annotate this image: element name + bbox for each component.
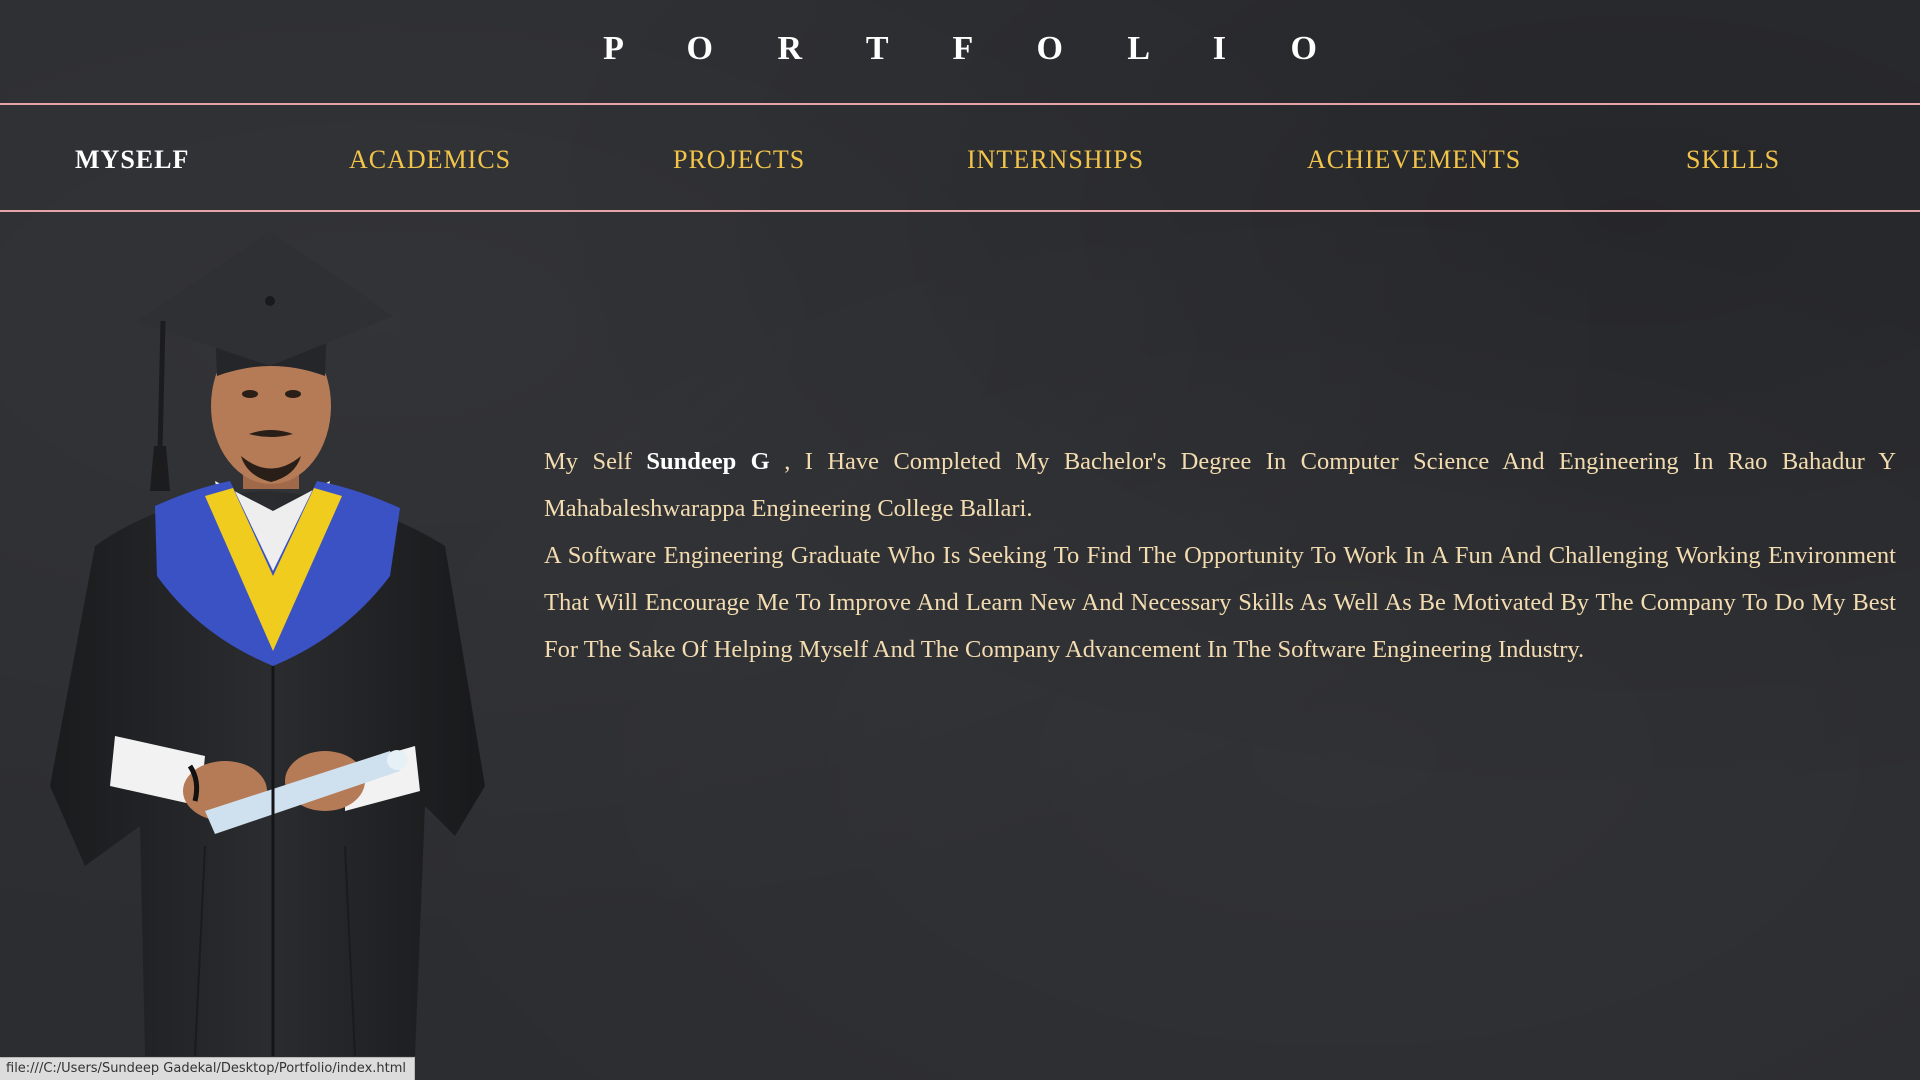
nav-projects[interactable]: PROJECTS [673, 145, 805, 175]
page-title: P O R T F O L I O [603, 30, 1345, 67]
profile-photo [50, 231, 485, 1056]
nav-internships[interactable]: INTERNSHIPS [967, 145, 1144, 175]
intro-prefix: My Self [544, 448, 632, 475]
intro-paragraph: My Self Sundeep G , I Have Completed My … [544, 438, 1896, 532]
status-bar-url: file:///C:/Users/Sundeep Gadekal/Desktop… [0, 1057, 416, 1080]
nav-skills[interactable]: SKILLS [1686, 145, 1780, 175]
nav-myself[interactable]: MYSELF [75, 145, 189, 175]
person-name: Sundeep G [646, 448, 770, 475]
main-nav: MYSELF ACADEMICS PROJECTS INTERNSHIPS AC… [0, 103, 1920, 212]
about-text: My Self Sundeep G , I Have Completed My … [544, 438, 1896, 673]
nav-academics[interactable]: ACADEMICS [349, 145, 511, 175]
objective-paragraph: A Software Engineering Graduate Who Is S… [544, 542, 1896, 663]
nav-achievements[interactable]: ACHIEVEMENTS [1307, 145, 1521, 175]
